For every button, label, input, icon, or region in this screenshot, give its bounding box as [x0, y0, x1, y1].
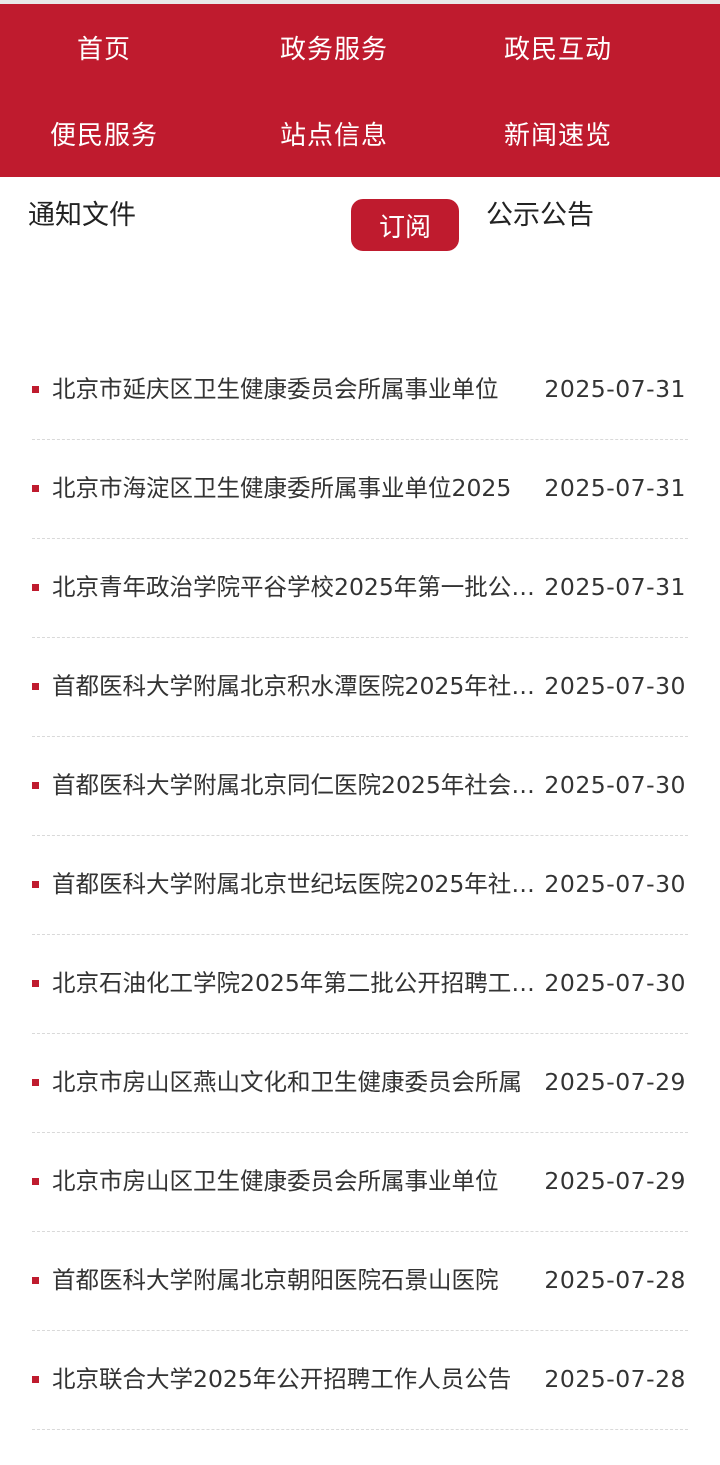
article-date: 2025-07-31	[544, 573, 686, 601]
main-nav: 首页 政务服务 政民互动 便民服务 站点信息 新闻速览	[0, 4, 720, 177]
section-tabs: 通知文件 订阅 公示公告	[0, 177, 720, 267]
article-title[interactable]: 首都医科大学附属北京朝阳医院石景山医院	[52, 1262, 540, 1298]
bullet-icon	[32, 683, 39, 690]
list-item[interactable]: 首都医科大学附属北京世纪坛医院2025年社会招聘 2025-07-30	[32, 836, 688, 935]
article-title[interactable]: 北京市房山区燕山文化和卫生健康委员会所属	[52, 1064, 540, 1100]
article-title[interactable]: 北京市海淀区卫生健康委所属事业单位2025	[52, 470, 540, 506]
article-date: 2025-07-28	[544, 1266, 686, 1294]
tab-public-announcements[interactable]: 公示公告	[486, 193, 594, 232]
article-title[interactable]: 首都医科大学附属北京世纪坛医院2025年社会招聘	[52, 866, 540, 902]
bullet-icon	[32, 881, 39, 888]
list-item[interactable]: 北京青年政治学院平谷学校2025年第一批公开招聘 2025-07-31	[32, 539, 688, 638]
bullet-icon	[32, 485, 39, 492]
list-item[interactable]: 北京市海淀区卫生健康委所属事业单位2025 2025-07-31	[32, 440, 688, 539]
article-date: 2025-07-30	[544, 771, 686, 799]
nav-item-interaction[interactable]: 政民互动	[438, 4, 678, 90]
bullet-icon	[32, 980, 39, 987]
list-item[interactable]: 北京市房山区卫生健康委员会所属事业单位 2025-07-29	[32, 1133, 688, 1232]
list-item[interactable]: 首都医科大学附属北京朝阳医院石景山医院 2025-07-28	[32, 1232, 688, 1331]
nav-item-government-services[interactable]: 政务服务	[214, 4, 454, 90]
bullet-icon	[32, 1079, 39, 1086]
list-item[interactable]: 北京联合大学2025年公开招聘工作人员公告 2025-07-28	[32, 1331, 688, 1430]
article-date: 2025-07-30	[544, 870, 686, 898]
list-item[interactable]: 首都医科大学附属北京积水潭医院2025年社会招聘 2025-07-30	[32, 638, 688, 737]
article-title[interactable]: 北京联合大学2025年公开招聘工作人员公告	[52, 1361, 540, 1397]
list-item[interactable]: 北京市延庆区卫生健康委员会所属事业单位 2025-07-31	[32, 341, 688, 440]
article-title[interactable]: 北京市延庆区卫生健康委员会所属事业单位	[52, 371, 540, 407]
bullet-icon	[32, 584, 39, 591]
article-title[interactable]: 北京青年政治学院平谷学校2025年第一批公开招聘	[52, 569, 540, 605]
page: 首页 政务服务 政民互动 便民服务 站点信息 新闻速览 通知文件 订阅 公示公告…	[0, 0, 720, 1465]
article-title[interactable]: 北京石油化工学院2025年第二批公开招聘工作人员	[52, 965, 540, 1001]
list-item[interactable]: 北京石油化工学院2025年第二批公开招聘工作人员 2025-07-30	[32, 935, 688, 1034]
article-title[interactable]: 首都医科大学附属北京积水潭医院2025年社会招聘	[52, 668, 540, 704]
article-date: 2025-07-30	[544, 672, 686, 700]
bullet-icon	[32, 386, 39, 393]
article-date: 2025-07-29	[544, 1068, 686, 1096]
list-item[interactable]: 北京市房山区燕山文化和卫生健康委员会所属 2025-07-29	[32, 1034, 688, 1133]
article-date: 2025-07-30	[544, 969, 686, 997]
article-list: 北京市延庆区卫生健康委员会所属事业单位 2025-07-31 北京市海淀区卫生健…	[32, 341, 688, 1430]
nav-item-news[interactable]: 新闻速览	[438, 90, 678, 176]
bullet-icon	[32, 782, 39, 789]
bullet-icon	[32, 1178, 39, 1185]
subscribe-button[interactable]: 订阅	[351, 199, 459, 251]
article-title[interactable]: 首都医科大学附属北京同仁医院2025年社会招聘	[52, 767, 540, 803]
article-date: 2025-07-28	[544, 1365, 686, 1393]
article-date: 2025-07-31	[544, 474, 686, 502]
article-date: 2025-07-31	[544, 375, 686, 403]
nav-item-public-services[interactable]: 便民服务	[0, 90, 224, 176]
bullet-icon	[32, 1376, 39, 1383]
bullet-icon	[32, 1277, 39, 1284]
list-item[interactable]: 首都医科大学附属北京同仁医院2025年社会招聘 2025-07-30	[32, 737, 688, 836]
nav-item-home[interactable]: 首页	[0, 4, 224, 90]
article-date: 2025-07-29	[544, 1167, 686, 1195]
nav-item-site-info[interactable]: 站点信息	[214, 90, 454, 176]
tab-notices[interactable]: 通知文件	[28, 193, 136, 232]
article-title[interactable]: 北京市房山区卫生健康委员会所属事业单位	[52, 1163, 540, 1199]
